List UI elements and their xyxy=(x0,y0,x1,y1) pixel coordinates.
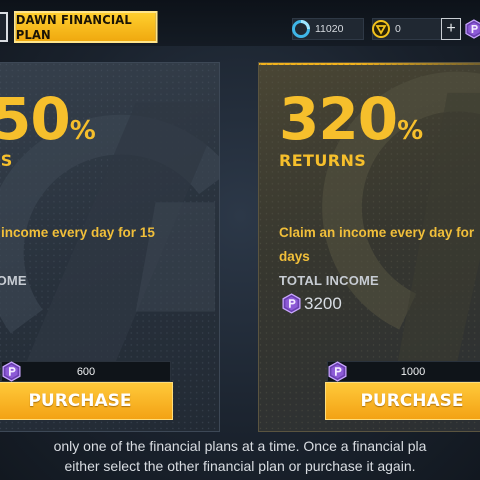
returns-percent-sign: % xyxy=(69,116,96,146)
purchase-button[interactable]: PURCHASE xyxy=(0,382,173,420)
returns-percent: 50% xyxy=(0,90,96,160)
total-income-label: TOTAL INCOME xyxy=(279,273,379,288)
footer-note-line-1: only one of the financial plans at a tim… xyxy=(53,438,427,454)
purchase-button-label: PURCHASE xyxy=(28,391,132,411)
top-bar: DAWN FINANCIAL PLAN 11020 0 + xyxy=(0,0,480,46)
plan-description-line-1: Claim an income every day for xyxy=(279,225,475,240)
total-income-value: 3200 xyxy=(281,293,342,314)
returns-percent: 320% xyxy=(279,90,423,160)
returns-percent-number: 320 xyxy=(279,85,398,153)
plus-icon: + xyxy=(446,20,456,37)
add-currency-button[interactable]: + xyxy=(441,18,461,40)
yellow-triangle-token-icon xyxy=(372,20,390,38)
plan-description: Claim an income every day for days xyxy=(279,221,480,269)
plan-card-right: 320% RETURNS Claim an income every day f… xyxy=(258,62,480,432)
price-bar: 600 xyxy=(1,361,171,382)
purple-p-gem-icon xyxy=(327,361,348,382)
purple-p-gem-icon xyxy=(281,293,302,314)
price-value: 1000 xyxy=(400,365,426,378)
returns-label: NS xyxy=(0,151,13,170)
coin-balance-value: 11020 xyxy=(315,23,344,35)
total-income-amount: 3200 xyxy=(304,293,342,313)
footer-note-line-2: either select the other financial plan o… xyxy=(64,458,416,474)
plan-description: income every day for 15 xyxy=(1,221,219,245)
plan-card-left: 50% NS income every day for 15 COME 600 … xyxy=(0,62,220,432)
footer-note: only one of the financial plans at a tim… xyxy=(0,436,480,476)
purple-p-gem-icon xyxy=(464,19,480,39)
purchase-button[interactable]: PURCHASE xyxy=(325,382,480,420)
price-bar: 1000 xyxy=(327,361,480,382)
back-button[interactable] xyxy=(0,12,8,42)
price-value: 600 xyxy=(76,365,96,378)
tab-dawn-financial-plan[interactable]: DAWN FINANCIAL PLAN xyxy=(14,11,158,43)
coin-balance: 11020 xyxy=(292,18,364,40)
returns-percent-number: 50 xyxy=(0,85,71,153)
tab-title-label: DAWN FINANCIAL PLAN xyxy=(15,12,132,42)
token-balance: 0 xyxy=(372,18,442,40)
returns-label: RETURNS xyxy=(279,151,367,170)
purchase-button-label: PURCHASE xyxy=(360,391,464,411)
plan-description-line-2: days xyxy=(279,249,310,264)
cyan-ring-coin-icon xyxy=(292,20,310,38)
returns-percent-sign: % xyxy=(397,116,424,146)
total-income-label: COME xyxy=(0,273,27,288)
plan-description-line-1: income every day for 15 xyxy=(1,225,155,240)
token-balance-value: 0 xyxy=(395,23,401,35)
purple-p-gem-icon xyxy=(1,361,22,382)
